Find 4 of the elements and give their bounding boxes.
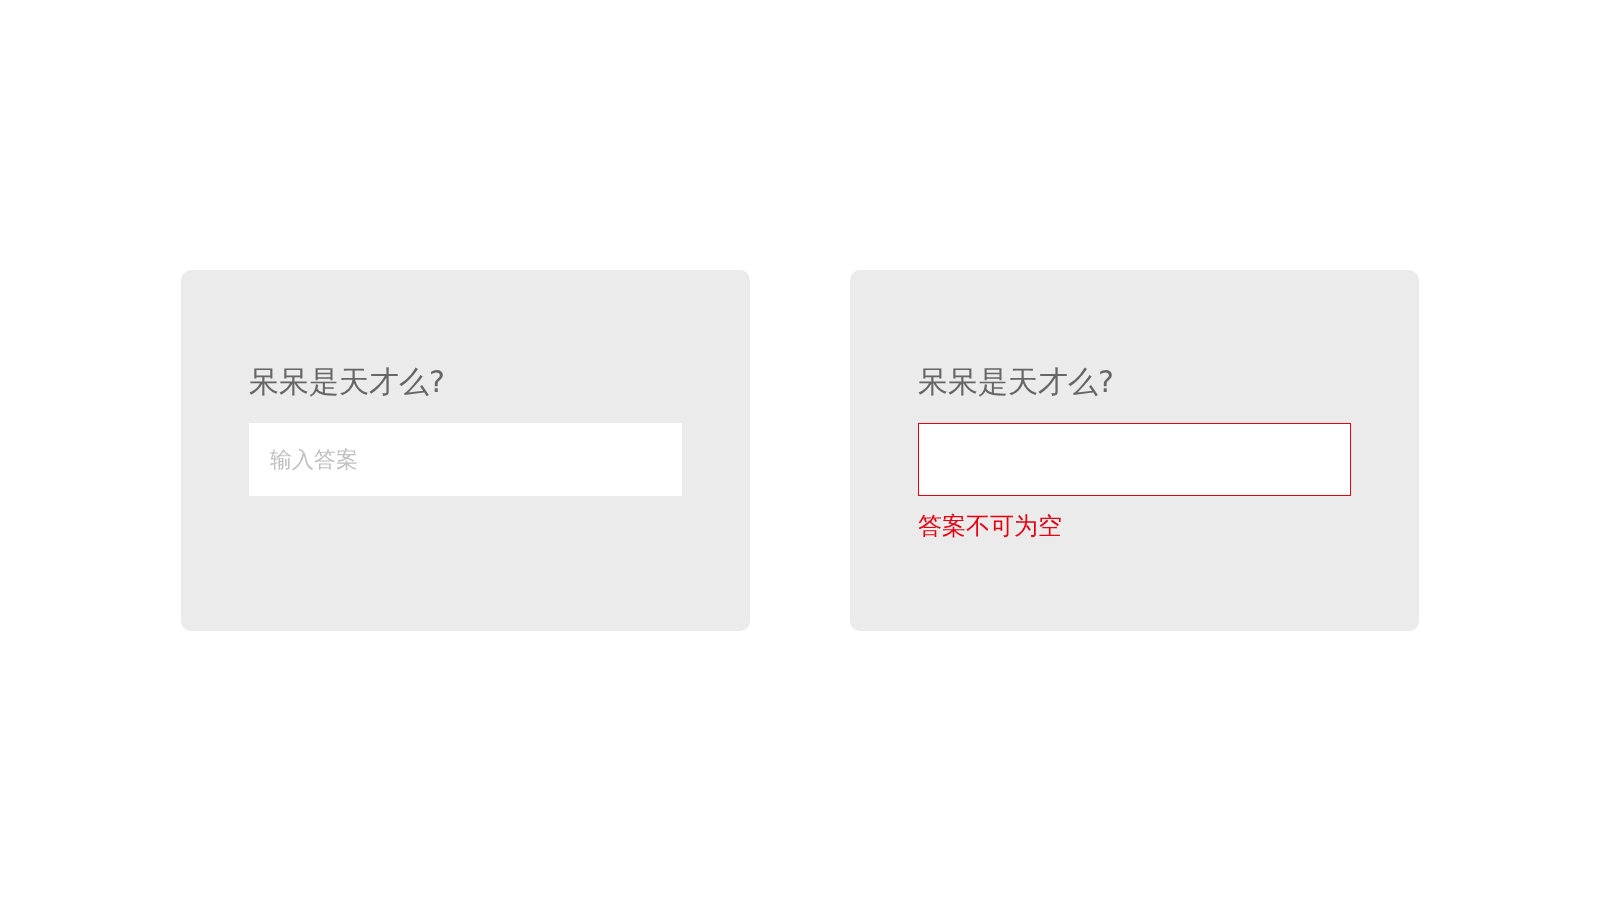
question-text: 呆呆是天才么? (918, 363, 1114, 401)
question-text: 呆呆是天才么? (249, 363, 445, 401)
error-message: 答案不可为空 (918, 511, 1062, 542)
answer-field[interactable] (918, 423, 1351, 496)
